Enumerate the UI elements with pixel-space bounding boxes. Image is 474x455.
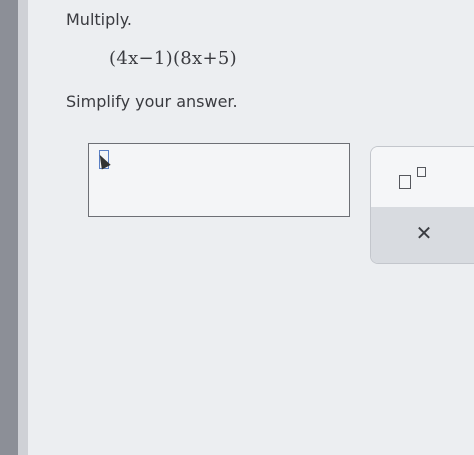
exponent-button[interactable] [397, 167, 437, 197]
left-bar-edge [18, 0, 28, 455]
answer-input[interactable] [88, 143, 350, 217]
left-bar [0, 0, 18, 455]
instruction-text: Multiply. [66, 10, 132, 29]
exponent-superscript-icon [417, 167, 426, 177]
math-expression: (4x−1)(8x+5) [109, 48, 237, 69]
answer-prompt: Simplify your answer. [66, 92, 238, 111]
math-toolbar: ✕ [370, 146, 474, 264]
exponent-base-icon [399, 175, 411, 189]
clear-icon[interactable]: ✕ [411, 220, 437, 246]
